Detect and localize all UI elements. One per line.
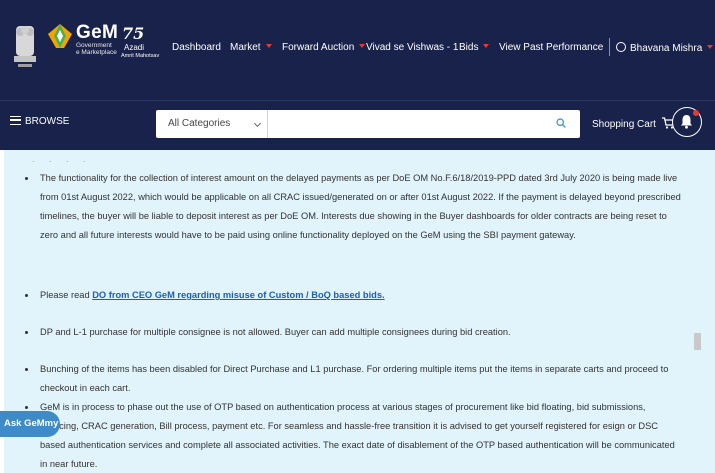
- nav-vivad-se-vishwas[interactable]: Vivad se Vishwas - 1: [366, 42, 458, 53]
- national-emblem-icon: [14, 26, 36, 67]
- azadi-number: 75: [122, 24, 145, 43]
- announcement-item: Bunching of the items has been disabled …: [10, 360, 682, 398]
- gem-logo-icon: [48, 24, 72, 48]
- category-select[interactable]: All Categories: [156, 110, 268, 138]
- clipped-text: . . . .: [32, 154, 92, 164]
- azadi-logo: 75 Azadi Amrit Mahotsav: [121, 22, 168, 68]
- browse-menu-button[interactable]: BROWSE: [10, 116, 69, 127]
- gem-logo-subtext: Government: [76, 42, 112, 49]
- search-input[interactable]: [268, 110, 580, 138]
- dropdown-caret-icon: [707, 45, 714, 49]
- browse-label: BROWSE: [25, 116, 70, 127]
- user-icon: [616, 42, 626, 52]
- azadi-word: Azadi: [124, 43, 145, 52]
- user-menu[interactable]: Bhavana Mishra: [616, 42, 714, 54]
- nav-market[interactable]: Market: [230, 42, 272, 53]
- announcement-item: GeM is in process to phase out the use o…: [10, 398, 682, 473]
- shopping-cart-label: Shopping Cart: [592, 119, 656, 130]
- top-navbar: GeM Government e Marketplace 75 Azadi Am…: [0, 0, 715, 100]
- nav-bids[interactable]: Bids: [459, 42, 490, 53]
- scrollbar-thumb[interactable]: [694, 333, 701, 350]
- nav-view-past-performance[interactable]: View Past Performance: [499, 42, 603, 53]
- gem-logo-text: GeM: [76, 22, 119, 43]
- shopping-cart-button[interactable]: Shopping Cart: [592, 117, 676, 130]
- search-icon[interactable]: [556, 118, 566, 128]
- nav-divider: [609, 38, 610, 56]
- bell-icon: [681, 115, 692, 129]
- announcements-panel: . . . . The functionality for the collec…: [4, 150, 715, 473]
- dropdown-caret-icon: [359, 44, 366, 48]
- nav-dashboard[interactable]: Dashboard: [172, 42, 221, 53]
- announcement-item: DP and L-1 purchase for multiple consign…: [10, 323, 682, 342]
- notification-dot: [693, 110, 699, 116]
- gem-logo-subtext: e Marketplace: [76, 49, 117, 56]
- user-name: Bhavana Mishra: [630, 43, 703, 54]
- nav-forward-auction[interactable]: Forward Auction: [282, 42, 366, 53]
- notifications-button[interactable]: [672, 107, 702, 137]
- announcement-item: The functionality for the collection of …: [10, 169, 682, 245]
- azadi-subtext: Amrit Mahotsav: [121, 53, 160, 59]
- dropdown-caret-icon: [265, 44, 272, 48]
- gem-brand[interactable]: GeM Government e Marketplace: [76, 22, 119, 56]
- announcement-item: Please read DO from CEO GeM regarding mi…: [10, 286, 682, 305]
- ceo-letter-link[interactable]: DO from CEO GeM regarding misuse of Cust…: [92, 290, 384, 300]
- hamburger-icon: [10, 116, 21, 125]
- dropdown-caret-icon: [483, 44, 490, 48]
- ask-gemmy-chat-button[interactable]: Ask GeMmy: [0, 411, 60, 437]
